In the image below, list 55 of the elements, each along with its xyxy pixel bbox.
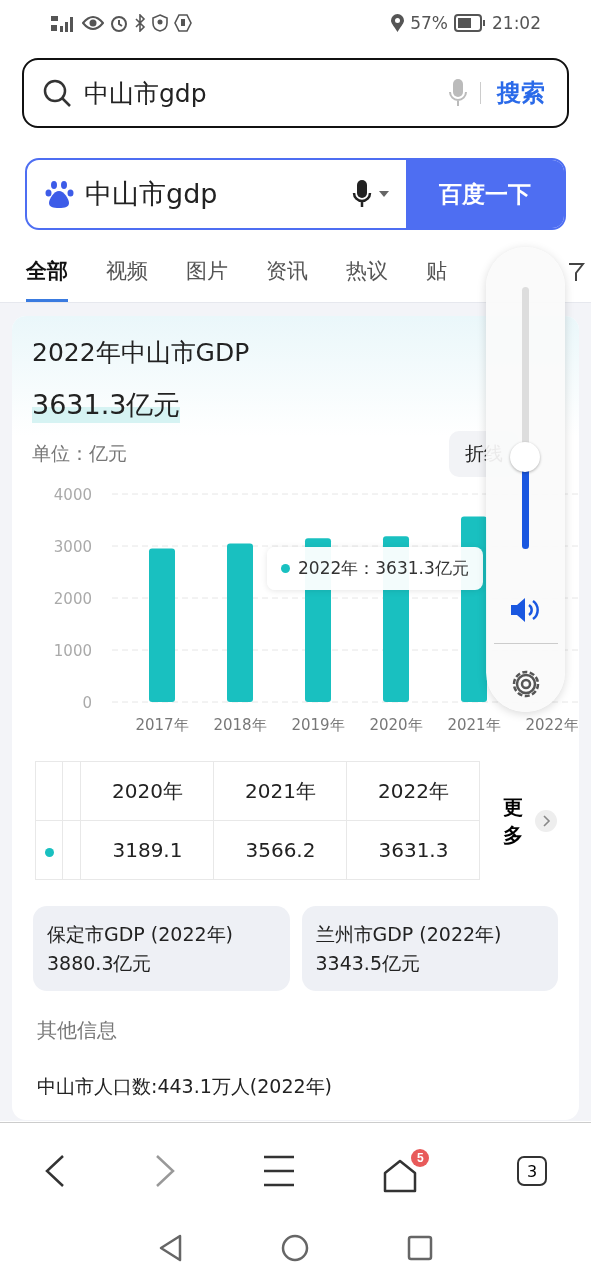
x-tick-label: 2018年 xyxy=(213,716,267,734)
x-tick-label: 2022年 xyxy=(525,716,579,734)
shield-icon xyxy=(152,14,168,32)
card-title: 2022年中山市GDP xyxy=(32,337,251,369)
bluetooth-icon xyxy=(134,14,146,32)
x-tick-label: 2020年 xyxy=(369,716,423,734)
clock: 21:02 xyxy=(492,13,541,33)
recents-icon[interactable] xyxy=(406,1234,433,1261)
chevron-icon xyxy=(534,809,557,832)
search-box[interactable]: 中山市gdp 百度一下 xyxy=(25,158,566,230)
speaker-icon[interactable] xyxy=(509,597,542,623)
battery-icon xyxy=(454,14,486,32)
microphone-icon[interactable] xyxy=(352,179,372,209)
more-button[interactable]: 更多 xyxy=(481,791,578,850)
y-tick-label: 0 xyxy=(82,694,92,712)
tab[interactable]: 视频 xyxy=(106,242,148,302)
y-tick-label: 1000 xyxy=(53,642,92,660)
search-button[interactable]: 百度一下 xyxy=(406,160,564,228)
alarm-icon xyxy=(110,14,128,32)
tab[interactable]: 热议 xyxy=(346,242,388,302)
x-tick-label: 2019年 xyxy=(291,716,345,734)
related-card[interactable]: 保定市GDP (2022年) 3880.3亿元 xyxy=(33,906,290,991)
y-tick-label: 3000 xyxy=(53,538,92,556)
x-tick-label: 2017年 xyxy=(135,716,189,734)
table-header: 2020年 xyxy=(80,761,214,821)
back-icon[interactable] xyxy=(158,1233,183,1262)
caret-icon[interactable] xyxy=(378,190,390,198)
table-header: 2022年 xyxy=(346,761,480,821)
related-card[interactable]: 兰州市GDP (2022年) 3343.5亿元 xyxy=(301,906,558,991)
table-cell: 3631.3 xyxy=(346,820,480,880)
back-button[interactable] xyxy=(43,1154,66,1188)
y-tick-label: 4000 xyxy=(53,486,92,504)
battery-percent: 57% xyxy=(410,13,448,33)
location-icon xyxy=(391,14,405,32)
address-bar[interactable]: 中山市gdp 搜索 xyxy=(22,58,569,128)
table-header: 2021年 xyxy=(213,761,347,821)
tabs-button[interactable]: 3 xyxy=(517,1156,548,1186)
y-tick-label: 2000 xyxy=(53,590,92,608)
home-icon[interactable] xyxy=(280,1233,309,1262)
table-cell: 3189.1 xyxy=(80,820,214,880)
chart-tooltip: 2022年：3631.3亿元 xyxy=(267,547,483,590)
paw-logo-icon xyxy=(45,179,75,209)
search-button[interactable]: 搜索 xyxy=(493,77,549,109)
unit-label: 单位：亿元 xyxy=(32,441,127,466)
eye-icon xyxy=(82,15,104,31)
x-tick-label: 2021年 xyxy=(447,716,501,734)
signal-icon xyxy=(50,14,76,32)
menu-button[interactable] xyxy=(263,1155,296,1187)
tab[interactable]: 贴 xyxy=(426,242,447,302)
search-icon xyxy=(42,78,72,108)
tab[interactable]: 资讯 xyxy=(266,242,308,302)
section-heading: 其他信息 xyxy=(37,1017,118,1044)
info-line: 中山市人口数:443.1万人(2022年) xyxy=(37,1074,333,1099)
table-cell: 3566.2 xyxy=(213,820,347,880)
tab[interactable]: 图片 xyxy=(186,242,228,302)
